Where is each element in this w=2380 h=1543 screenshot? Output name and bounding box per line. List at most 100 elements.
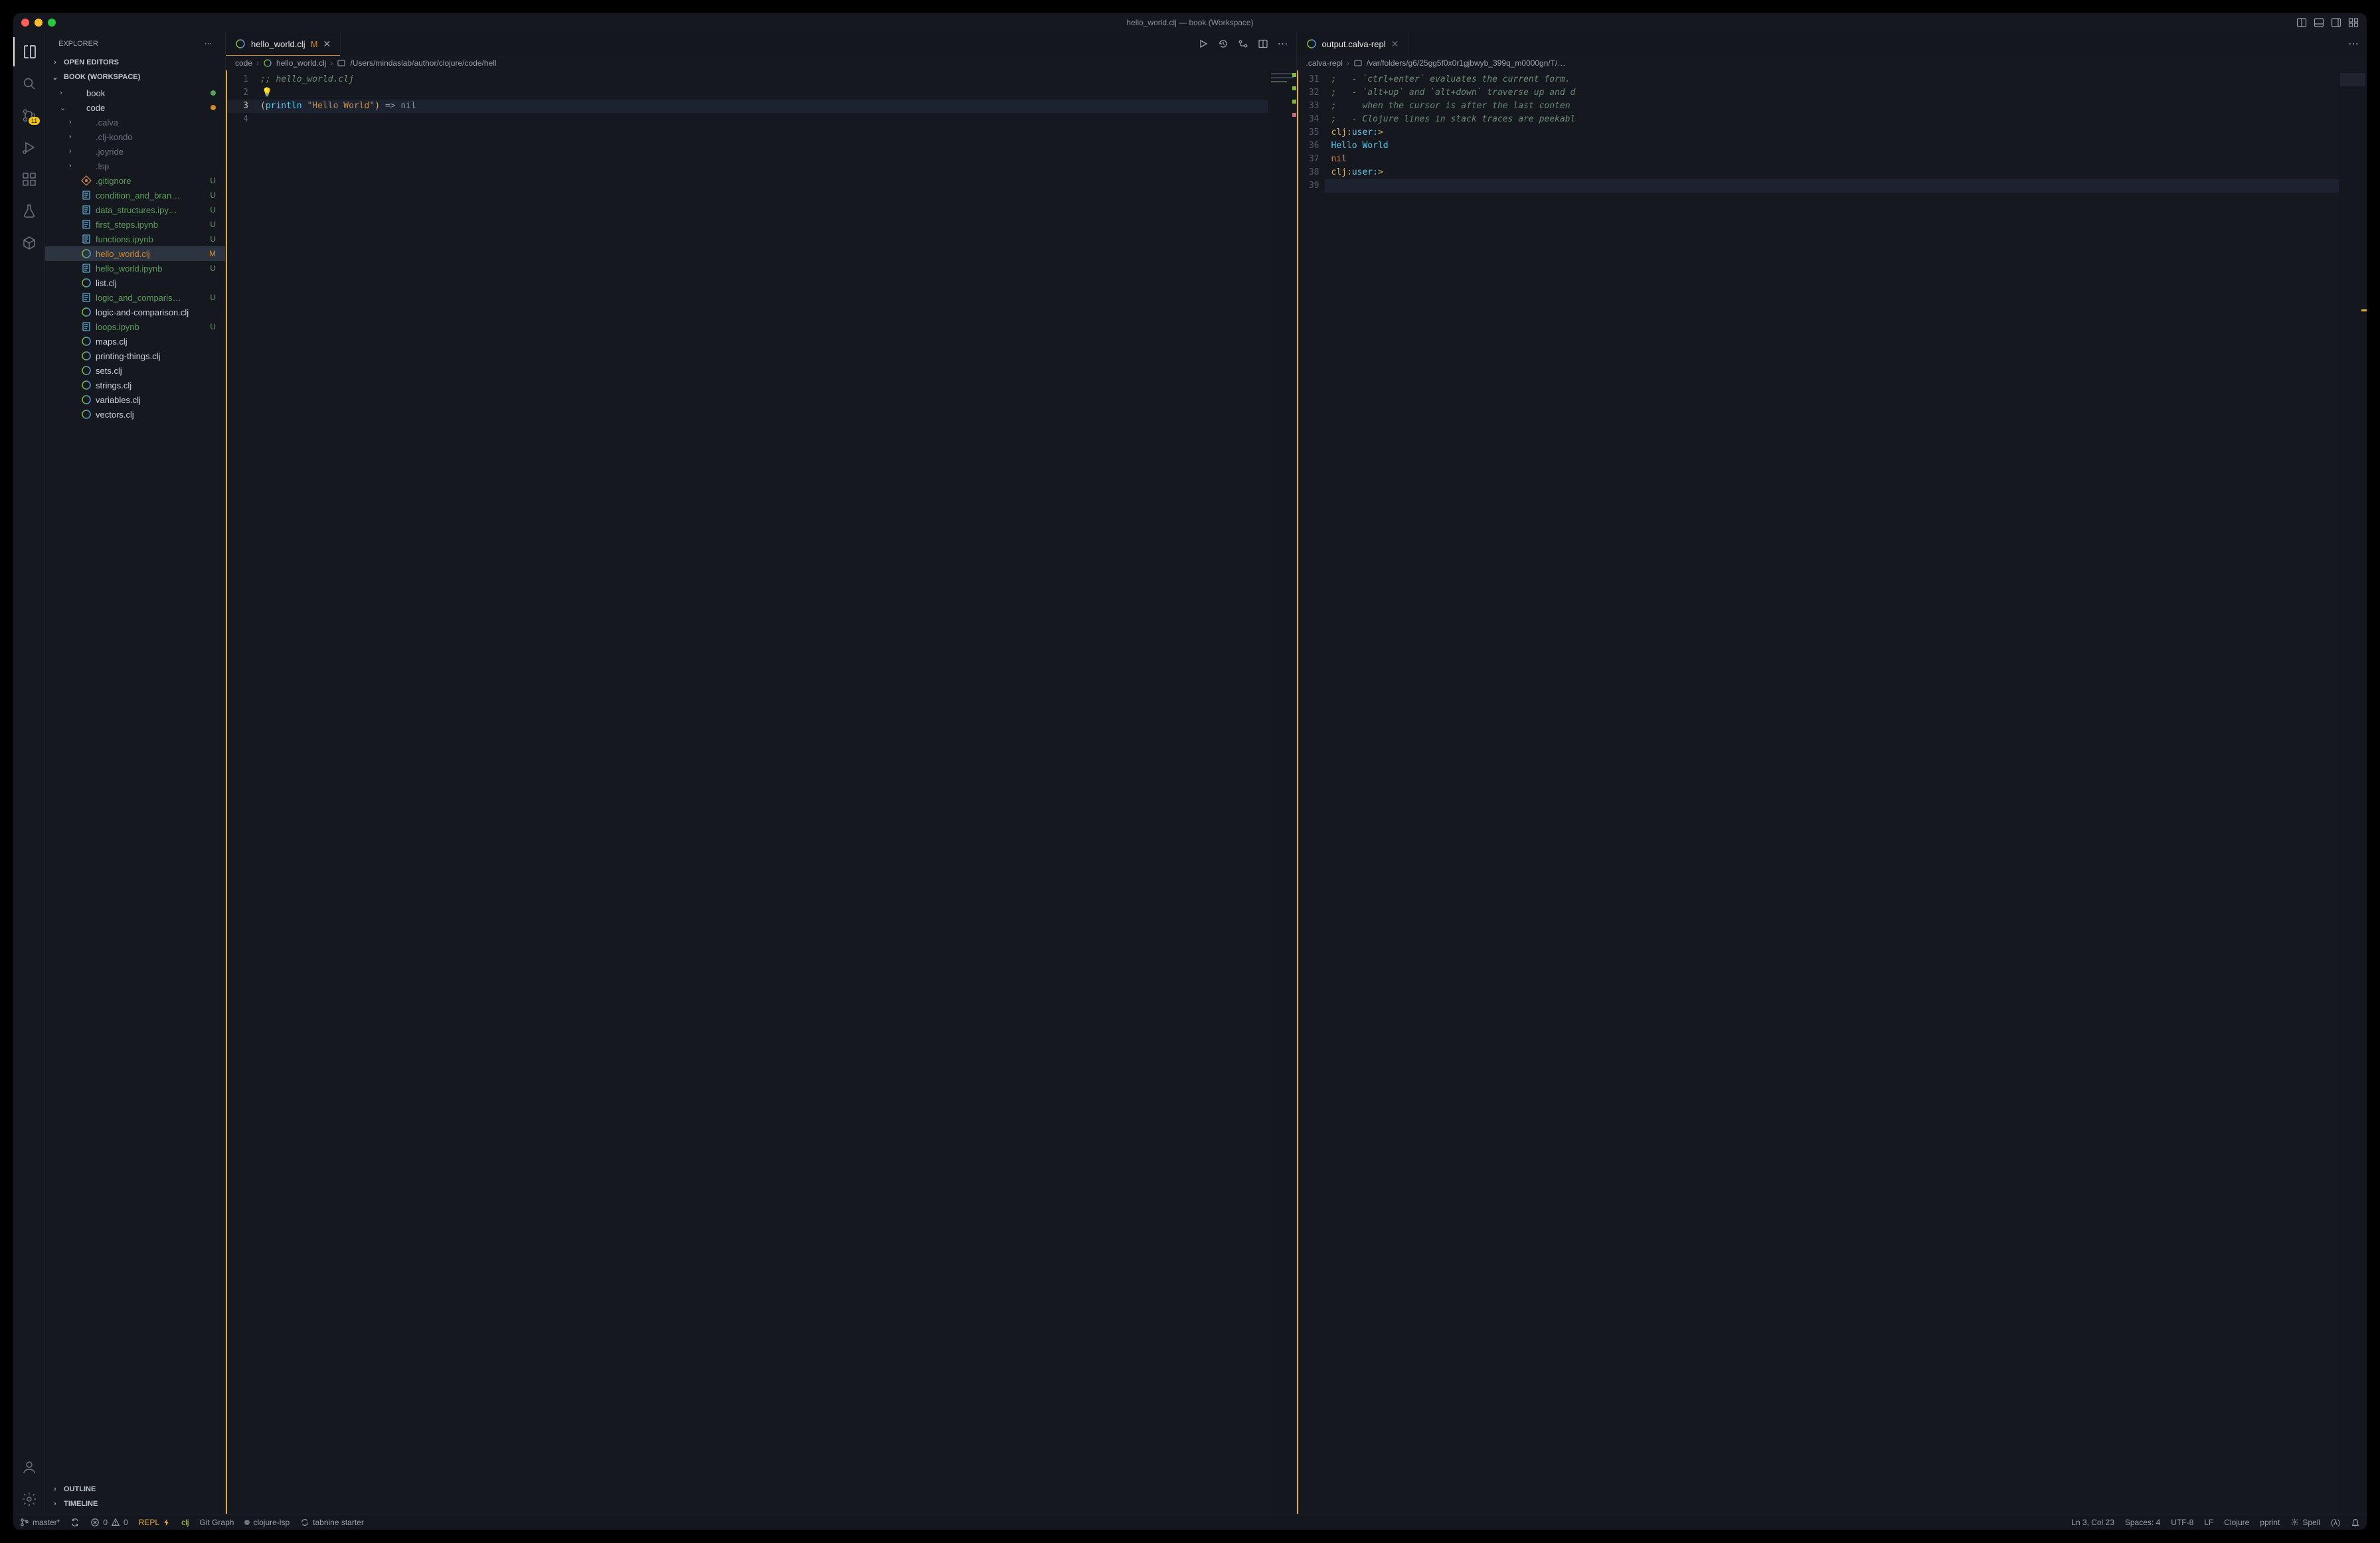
file-icon [81,146,92,157]
status-item-right-1[interactable]: Spaces: 4 [2125,1518,2160,1527]
tree-folder[interactable]: ›.joyride [45,144,225,159]
split-icon[interactable] [1258,39,1268,49]
tree-folder[interactable]: ›.clj-kondo [45,129,225,144]
tree-file[interactable]: variables.clj [45,392,225,407]
close-tab-icon[interactable]: ✕ [323,39,331,50]
tabs-right: output.calva-repl ✕ ⋯ [1297,32,2367,56]
activity-test[interactable] [13,197,45,226]
close-window-button[interactable] [21,19,29,27]
activity-run[interactable] [13,133,45,162]
tree-folder[interactable]: ›book [45,86,225,100]
status-item-right-8[interactable] [2351,1518,2360,1527]
file-name: maps.clj [96,337,203,347]
section-outline[interactable]: ›OUTLINE [45,1482,225,1497]
file-icon [81,161,92,171]
file-status: U [207,264,216,273]
tree-file[interactable]: first_steps.ipynbU [45,217,225,232]
status-item-right-7[interactable]: (λ) [2331,1518,2340,1527]
tree-file[interactable]: list.clj [45,276,225,290]
activity-package[interactable] [13,228,45,258]
tree-file[interactable]: condition_and_bran…U [45,188,225,203]
file-name: hello_world.clj [96,249,203,259]
status-item-right-3[interactable]: LF [2204,1518,2213,1527]
file-icon [81,204,92,215]
tree-folder[interactable]: ›.calva [45,115,225,129]
compare-icon[interactable] [1238,39,1248,49]
status-git-graph[interactable]: Git Graph [199,1518,234,1527]
tree-folder[interactable]: ⌄code [45,100,225,115]
tree-file[interactable]: hello_world.cljM [45,246,225,261]
status-branch[interactable]: master* [20,1518,60,1527]
file-name: first_steps.ipynb [96,220,203,230]
more-icon[interactable]: ⋯ [1278,37,1288,50]
tree-file[interactable]: printing-things.clj [45,349,225,363]
file-icon [81,292,92,303]
file-icon [81,351,92,361]
activity-search[interactable] [13,69,45,98]
tree-file[interactable]: functions.ipynbU [45,232,225,246]
status-problems[interactable]: 0 0 [90,1518,128,1527]
line-gutter: 313233343536373839 [1297,70,1325,1514]
file-name: strings.clj [96,380,203,390]
activity-bar: 11 [13,32,45,1514]
minimap[interactable] [1268,70,1296,1514]
code-content[interactable]: ; - `ctrl+enter` evaluates the current f… [1325,70,2339,1514]
tree-file[interactable]: logic_and_comparis…U [45,290,225,305]
run-icon[interactable] [1198,39,1209,49]
breadcrumbs-left[interactable]: code› hello_world.clj› /Users/mindaslab/… [226,56,1296,70]
sidebar-more-icon[interactable]: ⋯ [205,39,213,48]
minimize-window-button[interactable] [35,19,42,27]
tree-file[interactable]: hello_world.ipynbU [45,261,225,276]
status-item-right-5[interactable]: pprint [2260,1518,2280,1527]
tab-hello-world[interactable]: hello_world.clj M ✕ [226,32,341,56]
activity-extensions[interactable] [13,165,45,194]
tree-file[interactable]: sets.clj [45,363,225,378]
activity-scm[interactable]: 11 [13,101,45,130]
code-editor-left[interactable]: 1234 ;; hello_world.clj 💡 (println "Hell… [226,70,1296,1514]
tab-output-repl[interactable]: output.calva-repl ✕ [1297,32,1409,56]
tree-file[interactable]: .gitignoreU [45,173,225,188]
activity-settings[interactable] [13,1485,45,1514]
titlebar-layout-buttons [2296,17,2359,28]
section-workspace[interactable]: ⌄BOOK (WORKSPACE) [45,70,225,84]
layout-bottom-icon[interactable] [2314,17,2324,28]
editor-actions-left: ⋯ [1190,32,1296,56]
status-item-right-0[interactable]: Ln 3, Col 23 [2071,1518,2114,1527]
history-icon[interactable] [1218,39,1229,49]
minimap[interactable] [2339,70,2367,1514]
activity-account[interactable] [13,1453,45,1482]
code-content[interactable]: ;; hello_world.clj 💡 (println "Hello Wor… [254,70,1268,1514]
layout-panel-icon[interactable] [2296,17,2307,28]
status-repl[interactable]: REPL [139,1518,171,1527]
layout-right-icon[interactable] [2331,17,2341,28]
tree-file[interactable]: logic-and-comparison.clj [45,305,225,319]
section-open-editors[interactable]: ›OPEN EDITORS [45,55,225,70]
activity-explorer[interactable] [13,37,45,66]
status-item-right-6[interactable]: Spell [2290,1518,2320,1527]
tree-file[interactable]: loops.ipynbU [45,319,225,334]
zoom-window-button[interactable] [48,19,56,27]
code-editor-right[interactable]: 313233343536373839 ; - `ctrl+enter` eval… [1297,70,2367,1514]
namespace-icon [1353,58,1363,68]
status-item-right-2[interactable]: UTF-8 [2171,1518,2193,1527]
more-icon[interactable]: ⋯ [2348,37,2359,50]
close-tab-icon[interactable]: ✕ [1391,39,1399,50]
tree-file[interactable]: data_structures.ipy…U [45,203,225,217]
tree-file[interactable]: vectors.clj [45,407,225,422]
tabs-left: hello_world.clj M ✕ ⋯ [226,32,1296,56]
status-clj[interactable]: clj [181,1518,189,1527]
file-status: U [207,205,216,214]
file-name: printing-things.clj [96,351,203,361]
tree-file[interactable]: strings.clj [45,378,225,392]
breadcrumbs-right[interactable]: .calva-repl› /var/folders/g6/25gg5f0x0r1… [1297,56,2367,70]
file-name: .lsp [96,161,203,171]
status-dot [211,105,216,110]
status-item-right-4[interactable]: Clojure [2224,1518,2249,1527]
section-timeline[interactable]: ›TIMELINE [45,1497,225,1511]
tree-file[interactable]: maps.clj [45,334,225,349]
status-sync[interactable] [70,1518,80,1527]
layout-customize-icon[interactable] [2348,17,2359,28]
status-tabnine[interactable]: tabnine starter [300,1518,364,1527]
tree-folder[interactable]: ›.lsp [45,159,225,173]
status-clojure-lsp[interactable]: clojure-lsp [244,1518,290,1527]
